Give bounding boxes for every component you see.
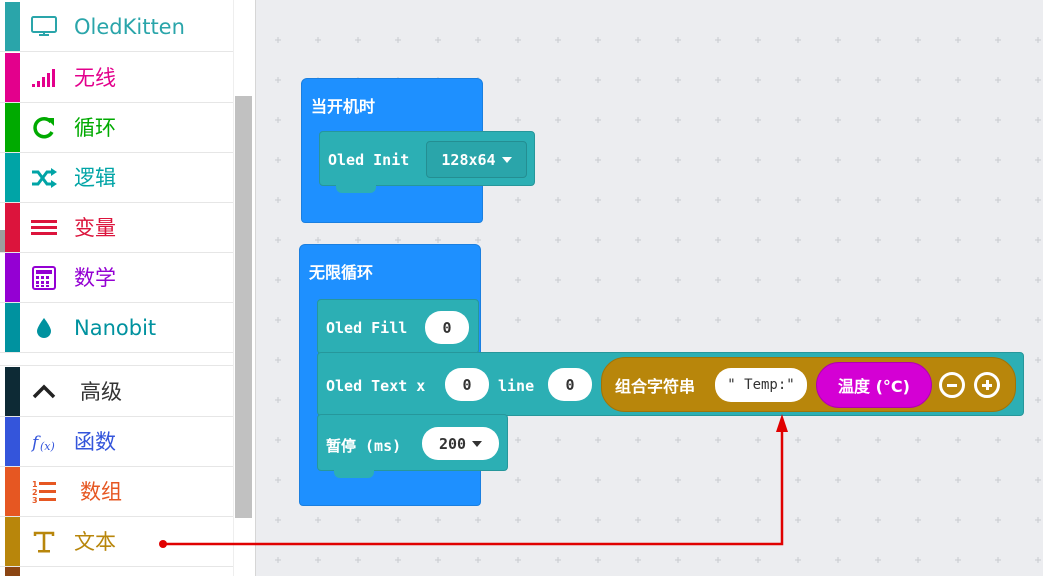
annotation-arrow [159, 414, 788, 548]
